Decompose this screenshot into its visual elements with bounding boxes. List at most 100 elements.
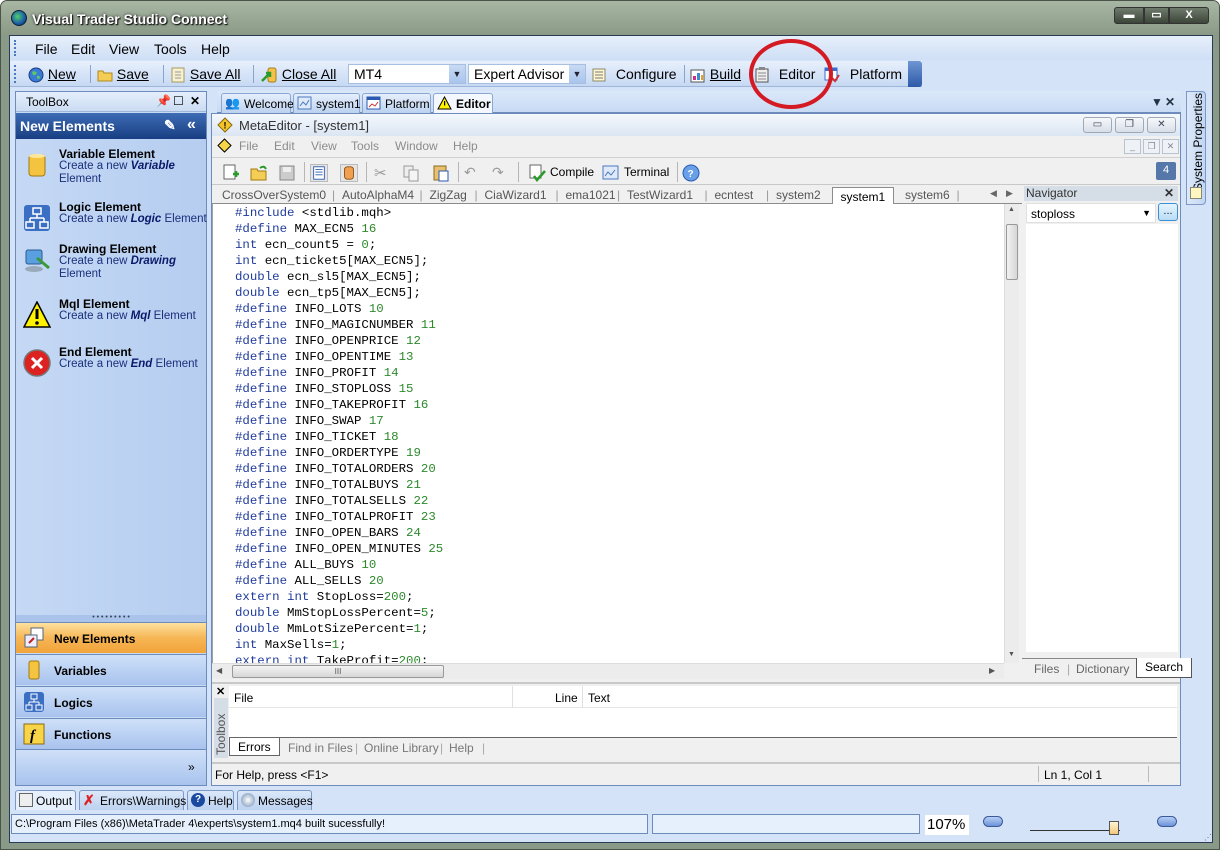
out-tab-errors[interactable]: Errors: [229, 738, 280, 756]
tab-messages[interactable]: Messages: [237, 790, 313, 810]
file-tab-zigzag[interactable]: ZigZag: [430, 188, 467, 202]
save-button[interactable]: Save: [97, 66, 149, 82]
drawing-element-item[interactable]: Drawing Element Create a new Drawing Ele…: [16, 242, 206, 287]
metaeditor-close[interactable]: ✕: [1147, 117, 1176, 133]
menu-file[interactable]: File: [35, 41, 58, 57]
toolbox-side-tab[interactable]: Toolbox: [214, 698, 228, 758]
configure-button[interactable]: Configure: [592, 66, 677, 82]
out-tab-online-library[interactable]: Online Library: [364, 741, 439, 755]
nav-overflow[interactable]: »: [16, 749, 206, 785]
scroll-left-icon[interactable]: ◀: [216, 666, 222, 675]
out-tab-help[interactable]: Help: [449, 741, 474, 755]
out-tab-find-in-files[interactable]: Find in Files: [288, 741, 353, 755]
child-close[interactable]: ✕: [1162, 139, 1179, 154]
paste-icon[interactable]: [432, 164, 450, 182]
child-minimize[interactable]: _: [1124, 139, 1141, 154]
file-tab-crossoversystem0[interactable]: CrossOverSystem0: [222, 188, 326, 202]
maximize-button[interactable]: ▭: [1144, 7, 1169, 24]
toolbox-toggle-icon[interactable]: [340, 164, 358, 182]
file-tab-autoalpham4[interactable]: AutoAlphaM4: [342, 188, 414, 202]
code-editor[interactable]: #include <stdlib.mqh> #define MAX_ECN5 16…: [212, 204, 1004, 663]
splitter-handle[interactable]: • • • • • • • • •: [16, 614, 206, 622]
build-button[interactable]: Build: [690, 66, 741, 83]
file-tab-system6[interactable]: system6: [905, 188, 950, 202]
close-document-icon[interactable]: ✕: [1165, 95, 1175, 109]
logic-element-item[interactable]: Logic Element Create a new Logic Element: [16, 200, 207, 245]
me-menu-help[interactable]: Help: [453, 139, 478, 153]
minimize-button[interactable]: ▬: [1114, 7, 1144, 24]
redo-icon[interactable]: ↷: [492, 164, 510, 182]
more-options-icon[interactable]: »: [188, 760, 195, 774]
notification-badge[interactable]: 4: [1156, 162, 1176, 180]
nav-tab-dictionary[interactable]: Dictionary: [1076, 662, 1129, 676]
menu-tools[interactable]: Tools: [154, 41, 187, 57]
compile-button[interactable]: Compile: [550, 165, 594, 179]
tab-welcome[interactable]: 👥 Welcome: [221, 93, 294, 113]
platform-button[interactable]: Platform: [824, 66, 902, 83]
maximize-panel-icon[interactable]: ☐: [173, 94, 184, 108]
nav-variables[interactable]: Variables: [16, 654, 206, 685]
scroll-up-icon[interactable]: ▲: [1008, 206, 1015, 213]
file-tab-ema1021[interactable]: ema1021: [566, 188, 616, 202]
file-tab-system2[interactable]: system2: [776, 188, 821, 202]
file-tab-system1[interactable]: system1: [831, 187, 895, 205]
metaeditor-restore[interactable]: ❐: [1115, 117, 1144, 133]
save-all-button[interactable]: Save All: [170, 66, 240, 83]
help-icon[interactable]: ?: [682, 164, 700, 182]
me-menu-window[interactable]: Window: [395, 139, 438, 153]
eraser-icon[interactable]: ✎: [164, 117, 176, 134]
column-text[interactable]: Text: [588, 691, 610, 705]
me-menu-edit[interactable]: Edit: [274, 139, 295, 153]
me-menu-file[interactable]: File: [239, 139, 258, 153]
close-all-button[interactable]: Close All: [260, 66, 336, 83]
tab-editor[interactable]: Editor: [433, 93, 493, 114]
nav-tab-files[interactable]: Files: [1034, 662, 1059, 676]
tab-scroll-left-icon[interactable]: ◀: [990, 188, 997, 199]
me-menu-view[interactable]: View: [311, 139, 337, 153]
save-disk-icon[interactable]: [278, 164, 296, 182]
tab-list-dropdown-icon[interactable]: ▼: [1151, 95, 1163, 109]
tab-errors-warnings[interactable]: ✗ Errors\Warnings: [79, 790, 186, 810]
navigator-toggle-icon[interactable]: [310, 164, 328, 182]
cut-icon[interactable]: ✂: [374, 164, 392, 182]
navigator-search-select[interactable]: stoploss ▼: [1026, 203, 1156, 223]
file-tab-testwizard1[interactable]: TestWizard1: [627, 188, 693, 202]
terminal-button[interactable]: Terminal: [624, 165, 669, 179]
metaeditor-minimize[interactable]: ▭: [1083, 117, 1112, 133]
copy-icon[interactable]: [402, 164, 420, 182]
mql-element-item[interactable]: Mql Element Create a new Mql Element: [16, 297, 206, 342]
scrollbar-thumb[interactable]: III: [232, 665, 444, 678]
close-navigator-icon[interactable]: ✕: [1164, 186, 1174, 200]
scrollbar-thumb[interactable]: [1006, 224, 1018, 280]
file-tab-ciawizard1[interactable]: CiaWizard1: [485, 188, 547, 202]
undo-icon[interactable]: ↶: [464, 164, 482, 182]
tab-help[interactable]: ? Help: [187, 790, 234, 810]
new-button[interactable]: New: [28, 66, 76, 83]
new-file-icon[interactable]: [222, 164, 240, 182]
end-element-item[interactable]: End Element Create a new End Element: [16, 345, 206, 390]
nav-tab-search[interactable]: Search: [1136, 658, 1193, 678]
zoom-slider-track[interactable]: [1030, 830, 1120, 831]
menu-help[interactable]: Help: [201, 41, 230, 57]
close-output-icon[interactable]: ✕: [216, 685, 225, 698]
horizontal-scrollbar[interactable]: ◀ III ▶: [212, 663, 1004, 679]
scroll-down-icon[interactable]: ▼: [1008, 651, 1015, 658]
tab-system1[interactable]: system1: [293, 93, 361, 113]
terminal-icon[interactable]: [602, 164, 620, 182]
compile-icon[interactable]: [528, 164, 546, 182]
zoom-in-button[interactable]: [1157, 816, 1177, 827]
toolbar-overflow-button[interactable]: [908, 61, 922, 87]
tab-scroll-right-icon[interactable]: ▶: [1006, 188, 1013, 199]
variable-element-item[interactable]: Variable Element Create a new Variable E…: [16, 147, 206, 192]
collapse-icon[interactable]: «: [187, 116, 196, 134]
resize-grip-icon[interactable]: ⋰: [1204, 833, 1212, 842]
nav-logics[interactable]: Logics: [16, 686, 206, 717]
type-select[interactable]: Expert Advisor ▼: [468, 64, 586, 84]
child-restore[interactable]: ❐: [1143, 139, 1160, 154]
menu-edit[interactable]: Edit: [71, 41, 95, 57]
zoom-slider-thumb[interactable]: [1109, 821, 1119, 835]
column-file[interactable]: File: [234, 691, 253, 705]
column-line[interactable]: Line: [555, 691, 578, 705]
tab-output[interactable]: Output: [15, 790, 76, 810]
close-button[interactable]: X: [1169, 7, 1209, 24]
